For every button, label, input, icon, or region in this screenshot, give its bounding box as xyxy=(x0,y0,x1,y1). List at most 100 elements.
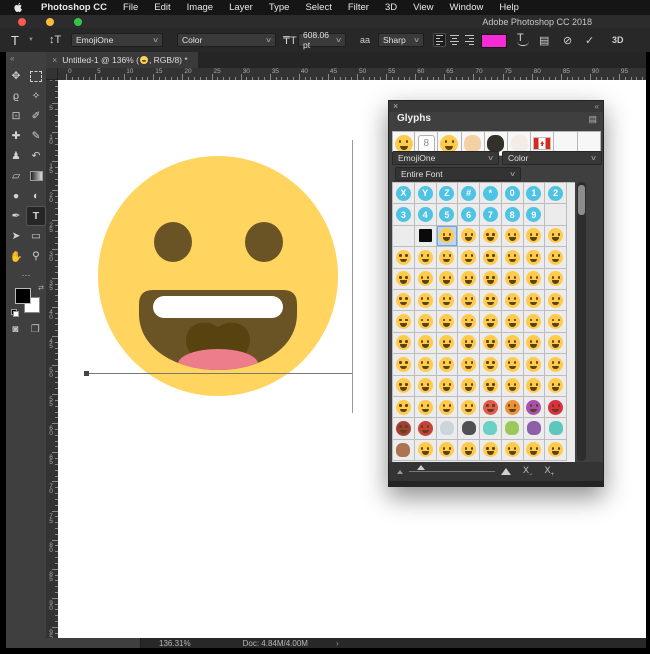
menu-item-3d[interactable]: 3D xyxy=(377,2,405,13)
glyph-cell[interactable] xyxy=(545,439,567,462)
glyph-cell[interactable]: 8 xyxy=(501,204,524,226)
cancel-edits-button[interactable]: ⊘ xyxy=(563,28,572,52)
glyph-cell[interactable] xyxy=(414,247,437,269)
glyph-cell[interactable] xyxy=(545,332,567,355)
glyph-cell[interactable] xyxy=(523,375,546,397)
shape-tool[interactable]: ▭ xyxy=(26,226,46,246)
glyph-cell[interactable] xyxy=(436,225,459,248)
apple-logo-icon[interactable] xyxy=(14,2,23,13)
warp-text-icon[interactable]: T xyxy=(517,32,529,46)
glyph-cell[interactable] xyxy=(436,311,459,333)
glyph-cell[interactable] xyxy=(501,332,524,355)
menu-item-type[interactable]: Type xyxy=(261,2,298,13)
glyph-cell[interactable] xyxy=(414,268,437,290)
glyph-cell[interactable] xyxy=(501,289,524,312)
move-tool[interactable]: ✥ xyxy=(6,66,26,86)
glyph-cell[interactable] xyxy=(545,418,567,440)
glyph-cell[interactable]: 6 xyxy=(458,204,480,226)
glyph-cell[interactable] xyxy=(458,418,480,440)
glyph-cell[interactable] xyxy=(523,396,546,419)
swap-colors-icon[interactable]: ⇄ xyxy=(38,284,44,292)
text-color-swatch[interactable] xyxy=(481,34,507,48)
glyph-cell[interactable] xyxy=(501,311,524,333)
glyph-cell[interactable] xyxy=(393,247,415,269)
glyph-cell[interactable] xyxy=(545,289,567,312)
zoom-tool[interactable]: ⚲ xyxy=(26,246,46,266)
glyph-cell[interactable] xyxy=(458,332,480,355)
glyph-cell[interactable] xyxy=(458,289,480,312)
glyph-cell[interactable]: # xyxy=(458,183,480,205)
panel-resize-edge[interactable] xyxy=(389,481,603,487)
glyph-cell[interactable] xyxy=(414,439,437,462)
glyphs-panel-drag-bar[interactable]: × « xyxy=(389,101,603,112)
document-size-info[interactable]: Doc: 4.84M/4.00M xyxy=(243,639,308,648)
marquee-tool[interactable] xyxy=(26,66,46,86)
text-orientation-icon[interactable]: ↕T xyxy=(49,28,61,52)
glyph-cell[interactable]: Y xyxy=(414,183,437,205)
glyph-cell[interactable] xyxy=(393,289,415,312)
zoom-window-button[interactable] xyxy=(74,18,82,26)
glyph-cell[interactable]: 2 xyxy=(545,183,567,205)
glyph-cell[interactable] xyxy=(501,225,524,248)
glyph-cell[interactable] xyxy=(436,268,459,290)
eyedropper-tool[interactable]: ✐ xyxy=(26,106,46,126)
glyph-cell[interactable] xyxy=(523,268,546,290)
close-panel-icon[interactable]: × xyxy=(393,101,398,112)
glyph-cell[interactable] xyxy=(501,268,524,290)
glyph-cell[interactable]: 5 xyxy=(436,204,459,226)
gradient-tool[interactable] xyxy=(26,166,46,186)
glyph-cell[interactable] xyxy=(545,375,567,397)
glyph-cell[interactable] xyxy=(480,418,502,440)
baseline-handle[interactable] xyxy=(84,371,89,376)
document-tab[interactable]: × Untitled-1 @ 136% ( , RGB/8) * xyxy=(46,52,198,68)
zoom-out-glyphs-icon[interactable] xyxy=(397,469,403,474)
glyph-cell[interactable] xyxy=(393,225,415,248)
glyph-cell[interactable]: 3 xyxy=(393,204,415,226)
edit-toolbar-ellipsis[interactable]: ⋯ xyxy=(6,270,46,281)
glyph-cell[interactable] xyxy=(458,375,480,397)
glyph-cell[interactable] xyxy=(414,225,437,248)
glyph-cell[interactable] xyxy=(523,418,546,440)
glyph-cell[interactable] xyxy=(436,247,459,269)
glyph-cell[interactable] xyxy=(480,225,502,248)
glyph-cell[interactable] xyxy=(414,289,437,312)
glyph-cell[interactable] xyxy=(414,332,437,355)
minimize-window-button[interactable] xyxy=(46,18,54,26)
glyph-cell[interactable] xyxy=(480,311,502,333)
glyph-cell[interactable] xyxy=(436,289,459,312)
glyph-cell[interactable] xyxy=(545,354,567,376)
glyph-cell[interactable] xyxy=(414,375,437,397)
menu-item-file[interactable]: File xyxy=(115,2,146,13)
screen-mode-icon[interactable]: ❐ xyxy=(31,324,40,335)
glyph-cell[interactable] xyxy=(458,268,480,290)
glyph-cell[interactable]: 1 xyxy=(523,183,546,205)
align-right-button[interactable] xyxy=(463,33,476,47)
healing-brush-tool[interactable]: ✚ xyxy=(6,126,26,146)
scrollbar-thumb[interactable] xyxy=(578,185,585,215)
glyph-cell[interactable] xyxy=(393,268,415,290)
menu-item-view[interactable]: View xyxy=(405,2,441,13)
glyph-cell[interactable] xyxy=(414,396,437,419)
glyph-cell[interactable] xyxy=(414,311,437,333)
glyph-cell[interactable] xyxy=(393,354,415,376)
glyphs-font-family-field[interactable]: EmojiOne ∨ xyxy=(392,151,499,165)
close-tab-icon[interactable]: × xyxy=(52,55,57,65)
glyph-cell[interactable] xyxy=(458,439,480,462)
slider-thumb[interactable] xyxy=(417,465,425,470)
glyph-cell[interactable]: 4 xyxy=(414,204,437,226)
glyph-cell[interactable] xyxy=(523,225,546,248)
glyph-cell[interactable] xyxy=(545,268,567,290)
glyph-scope-field[interactable]: Entire Font ∨ xyxy=(395,167,521,181)
glyph-cell[interactable] xyxy=(480,332,502,355)
menu-item-photoshop-cc[interactable]: Photoshop CC xyxy=(33,2,115,13)
glyph-cell[interactable] xyxy=(545,396,567,419)
menu-item-select[interactable]: Select xyxy=(297,2,339,13)
hand-tool[interactable]: ✋ xyxy=(6,246,26,266)
glyph-cell[interactable] xyxy=(501,439,524,462)
path-selection-tool[interactable]: ➤ xyxy=(6,226,26,246)
menu-item-edit[interactable]: Edit xyxy=(146,2,178,13)
glyph-cell[interactable]: 7 xyxy=(480,204,502,226)
glyph-cell[interactable] xyxy=(436,332,459,355)
menu-item-help[interactable]: Help xyxy=(491,2,527,13)
glyph-cell[interactable] xyxy=(393,375,415,397)
